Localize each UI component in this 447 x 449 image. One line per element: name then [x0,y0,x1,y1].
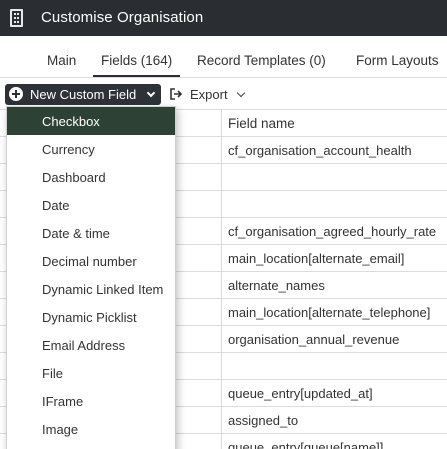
field-name-cell: queue_entry[queue[name]] [228,440,384,449]
new-custom-field-label: New Custom Field [30,87,137,102]
tab-fields[interactable]: Fields (164) [92,53,181,77]
column-header-field-name[interactable]: Field name [228,116,295,131]
field-name-cell: cf_organisation_agreed_hourly_rate [228,224,437,239]
plus-circle-icon [9,87,23,101]
field-name-cell: cf_organisation_account_health [228,143,412,158]
field-type-dropdown: Checkbox Currency Dashboard Date Date & … [6,106,176,449]
export-label: Export [190,87,228,102]
dropdown-item-iframe[interactable]: IFrame [7,387,175,415]
dropdown-item-file[interactable]: File [7,359,175,387]
toolbar: New Custom Field Export [0,79,447,109]
export-button[interactable]: Export [168,84,250,105]
column-divider [221,109,222,449]
dropdown-item-dynamic-picklist[interactable]: Dynamic Picklist [7,303,175,331]
field-name-cell: organisation_annual_revenue [228,332,400,347]
dropdown-item-currency[interactable]: Currency [7,135,175,163]
dropdown-item-decimal-number[interactable]: Decimal number [7,247,175,275]
dropdown-item-image[interactable]: Image [7,415,175,443]
dropdown-item-dynamic-linked-item[interactable]: Dynamic Linked Item [7,275,175,303]
new-custom-field-button[interactable]: New Custom Field [5,84,161,105]
field-name-cell: main_location[alternate_email] [228,251,405,266]
tab-bar: Main Fields (164) Record Templates (0) F… [0,36,447,78]
chevron-down-icon [146,88,156,98]
field-name-cell: assigned_to [228,413,299,428]
window-title: Customise Organisation [41,9,204,26]
tab-main[interactable]: Main [47,53,76,68]
building-icon [10,9,23,27]
field-name-cell: queue_entry[updated_at] [228,386,373,401]
dropdown-item-checkbox[interactable]: Checkbox [7,107,175,135]
title-bar: Customise Organisation [0,0,447,36]
field-name-cell: main_location[alternate_telephone] [228,305,431,320]
chevron-down-icon [236,88,246,98]
dropdown-item-date[interactable]: Date [7,191,175,219]
dropdown-item-date-time[interactable]: Date & time [7,219,175,247]
tab-form-layouts[interactable]: Form Layouts [356,53,439,68]
field-name-cell: alternate_names [228,278,325,293]
dropdown-item-dashboard[interactable]: Dashboard [7,163,175,191]
export-icon [170,88,182,100]
dropdown-item-email-address[interactable]: Email Address [7,331,175,359]
tab-record-templates[interactable]: Record Templates (0) [197,53,326,68]
